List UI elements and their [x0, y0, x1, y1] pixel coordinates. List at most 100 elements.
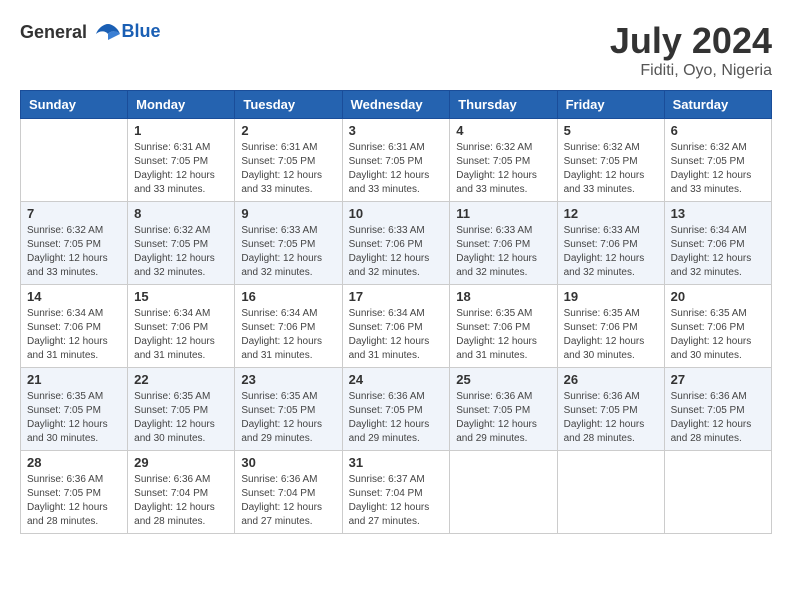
day-info: Sunrise: 6:35 AMSunset: 7:05 PMDaylight:… [134, 390, 228, 446]
day-number: 31 [349, 455, 444, 470]
day-number: 29 [134, 455, 228, 470]
location-subtitle: Fiditi, Oyo, Nigeria [610, 62, 772, 80]
day-number: 22 [134, 372, 228, 387]
calendar-cell: 11 Sunrise: 6:33 AMSunset: 7:06 PMDayligh… [450, 202, 557, 285]
day-number: 11 [456, 206, 550, 221]
calendar-cell: 10 Sunrise: 6:33 AMSunset: 7:06 PMDayligh… [342, 202, 450, 285]
day-number: 10 [349, 206, 444, 221]
calendar-cell: 14 Sunrise: 6:34 AMSunset: 7:06 PMDayligh… [21, 285, 128, 368]
calendar-cell: 28Sunrise: 6:36 AMSunset: 7:05 PMDayligh… [21, 451, 128, 534]
calendar-cell: 27Sunrise: 6:36 AMSunset: 7:05 PMDayligh… [664, 368, 771, 451]
day-number: 18 [456, 289, 550, 304]
day-info: Sunrise: 6:35 AMSunset: 7:06 PMDaylight:… [564, 307, 658, 363]
day-info: Sunrise: 6:37 AMSunset: 7:04 PMDaylight:… [349, 473, 444, 529]
calendar-cell: 8 Sunrise: 6:32 AMSunset: 7:05 PMDaylight… [128, 202, 235, 285]
day-info: Sunrise: 6:32 AMSunset: 7:05 PMDaylight:… [564, 141, 658, 197]
calendar-cell: 1Sunrise: 6:31 AMSunset: 7:05 PMDaylight… [128, 119, 235, 202]
day-info: Sunrise: 6:32 AMSunset: 7:05 PMDaylight:… [134, 224, 228, 280]
day-number: 7 [27, 206, 121, 221]
day-info: Sunrise: 6:31 AMSunset: 7:05 PMDaylight:… [349, 141, 444, 197]
day-number: 12 [564, 206, 658, 221]
day-info: Sunrise: 6:36 AMSunset: 7:05 PMDaylight:… [349, 390, 444, 446]
day-number: 17 [349, 289, 444, 304]
day-info: Sunrise: 6:33 AMSunset: 7:06 PMDaylight:… [456, 224, 550, 280]
day-number: 4 [456, 123, 550, 138]
calendar-cell [664, 451, 771, 534]
day-info: Sunrise: 6:36 AMSunset: 7:04 PMDaylight:… [134, 473, 228, 529]
page-header: General Blue July 2024 Fiditi, Oyo, Nige… [20, 20, 772, 80]
day-info: Sunrise: 6:36 AMSunset: 7:05 PMDaylight:… [564, 390, 658, 446]
day-info: Sunrise: 6:34 AMSunset: 7:06 PMDaylight:… [671, 224, 765, 280]
calendar-cell: 9 Sunrise: 6:33 AMSunset: 7:05 PMDaylight… [235, 202, 342, 285]
day-number: 20 [671, 289, 765, 304]
calendar-cell: 16Sunrise: 6:34 AMSunset: 7:06 PMDayligh… [235, 285, 342, 368]
calendar-week-row: 1 Sunrise: 6:31 AMSunset: 7:05 PMDaylight… [21, 119, 772, 202]
col-header-friday: Friday [557, 91, 664, 119]
calendar-cell: 7 Sunrise: 6:32 AMSunset: 7:05 PMDaylight… [21, 202, 128, 285]
day-number: 23 [241, 372, 335, 387]
day-number: 14 [27, 289, 121, 304]
day-info: Sunrise: 6:35 AMSunset: 7:05 PMDaylight:… [241, 390, 335, 446]
calendar-cell: 13Sunrise: 6:34 AMSunset: 7:06 PMDayligh… [664, 202, 771, 285]
calendar-cell: 29 Sunrise: 6:36 AMSunset: 7:04 PMDayligh… [128, 451, 235, 534]
calendar-cell: 12 Sunrise: 6:33 AMSunset: 7:06 PMDayligh… [557, 202, 664, 285]
calendar-cell: 2 Sunrise: 6:31 AMSunset: 7:05 PMDaylight… [235, 119, 342, 202]
day-info: Sunrise: 6:33 AMSunset: 7:05 PMDaylight:… [241, 224, 335, 280]
day-number: 21 [27, 372, 121, 387]
day-number: 26 [564, 372, 658, 387]
calendar-cell: 25Sunrise: 6:36 AMSunset: 7:05 PMDayligh… [450, 368, 557, 451]
day-number: 3 [349, 123, 444, 138]
title-section: July 2024 Fiditi, Oyo, Nigeria [610, 20, 772, 80]
day-info: Sunrise: 6:34 AMSunset: 7:06 PMDaylight:… [134, 307, 228, 363]
day-number: 24 [349, 372, 444, 387]
calendar-cell [450, 451, 557, 534]
day-info: Sunrise: 6:35 AMSunset: 7:05 PMDaylight:… [27, 390, 121, 446]
col-header-sunday: Sunday [21, 91, 128, 119]
calendar-cell: 20 Sunrise: 6:35 AMSunset: 7:06 PMDayligh… [664, 285, 771, 368]
day-info: Sunrise: 6:35 AMSunset: 7:06 PMDaylight:… [671, 307, 765, 363]
calendar-cell: 22 Sunrise: 6:35 AMSunset: 7:05 PMDayligh… [128, 368, 235, 451]
day-info: Sunrise: 6:33 AMSunset: 7:06 PMDaylight:… [349, 224, 444, 280]
calendar-cell: 19Sunrise: 6:35 AMSunset: 7:06 PMDayligh… [557, 285, 664, 368]
calendar-cell: 17 Sunrise: 6:34 AMSunset: 7:06 PMDayligh… [342, 285, 450, 368]
day-info: Sunrise: 6:32 AMSunset: 7:05 PMDaylight:… [27, 224, 121, 280]
logo-general-label: General [20, 22, 87, 42]
logo: General Blue [20, 20, 161, 48]
day-info: Sunrise: 6:34 AMSunset: 7:06 PMDaylight:… [27, 307, 121, 363]
month-year-title: July 2024 [610, 20, 772, 62]
day-info: Sunrise: 6:36 AMSunset: 7:05 PMDaylight:… [27, 473, 121, 529]
day-number: 15 [134, 289, 228, 304]
day-number: 27 [671, 372, 765, 387]
day-number: 2 [241, 123, 335, 138]
day-info: Sunrise: 6:36 AMSunset: 7:04 PMDaylight:… [241, 473, 335, 529]
day-number: 8 [134, 206, 228, 221]
day-number: 5 [564, 123, 658, 138]
day-number: 1 [134, 123, 228, 138]
calendar-cell [21, 119, 128, 202]
day-info: Sunrise: 6:32 AMSunset: 7:05 PMDaylight:… [456, 141, 550, 197]
day-info: Sunrise: 6:34 AMSunset: 7:06 PMDaylight:… [241, 307, 335, 363]
logo-blue-label: Blue [122, 21, 161, 42]
logo-text-general: General [20, 20, 122, 48]
logo-bird-icon [94, 20, 122, 48]
calendar-cell: 24 Sunrise: 6:36 AMSunset: 7:05 PMDayligh… [342, 368, 450, 451]
col-header-tuesday: Tuesday [235, 91, 342, 119]
day-info: Sunrise: 6:35 AMSunset: 7:06 PMDaylight:… [456, 307, 550, 363]
calendar-week-row: 21 Sunrise: 6:35 AMSunset: 7:05 PMDayligh… [21, 368, 772, 451]
calendar-cell: 30Sunrise: 6:36 AMSunset: 7:04 PMDayligh… [235, 451, 342, 534]
calendar-cell: 3 Sunrise: 6:31 AMSunset: 7:05 PMDaylight… [342, 119, 450, 202]
col-header-monday: Monday [128, 91, 235, 119]
calendar-week-row: 14 Sunrise: 6:34 AMSunset: 7:06 PMDayligh… [21, 285, 772, 368]
calendar-cell: 4 Sunrise: 6:32 AMSunset: 7:05 PMDaylight… [450, 119, 557, 202]
day-info: Sunrise: 6:33 AMSunset: 7:06 PMDaylight:… [564, 224, 658, 280]
day-info: Sunrise: 6:34 AMSunset: 7:06 PMDaylight:… [349, 307, 444, 363]
col-header-wednesday: Wednesday [342, 91, 450, 119]
day-info: Sunrise: 6:31 AMSunset: 7:05 PMDaylight:… [241, 141, 335, 197]
calendar-cell: 31 Sunrise: 6:37 AMSunset: 7:04 PMDayligh… [342, 451, 450, 534]
calendar-table: SundayMondayTuesdayWednesdayThursdayFrid… [20, 90, 772, 534]
col-header-saturday: Saturday [664, 91, 771, 119]
calendar-cell: 18 Sunrise: 6:35 AMSunset: 7:06 PMDayligh… [450, 285, 557, 368]
day-number: 9 [241, 206, 335, 221]
calendar-cell: 6Sunrise: 6:32 AMSunset: 7:05 PMDaylight… [664, 119, 771, 202]
calendar-cell [557, 451, 664, 534]
